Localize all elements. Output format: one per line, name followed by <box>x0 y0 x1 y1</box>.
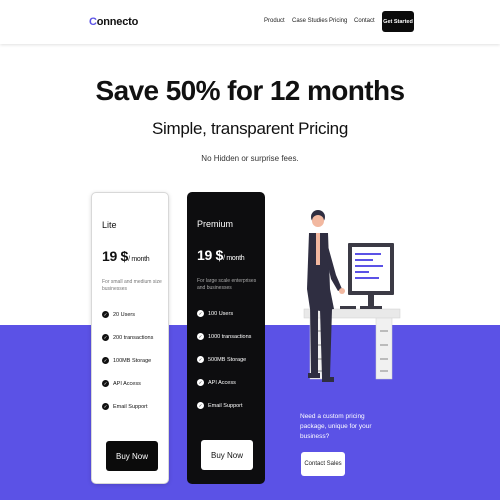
plan-description: For large scale enterprises and business… <box>197 278 257 291</box>
feature-label: 20 Users <box>113 311 136 318</box>
feature-label: API Access <box>113 380 141 387</box>
logo-initial: C <box>89 16 97 28</box>
check-icon: ✓ <box>197 402 204 409</box>
price-period: / month <box>128 256 150 263</box>
plan-price: 19 $/ month <box>197 247 245 263</box>
buy-now-button-lite[interactable]: Buy Now <box>106 441 158 471</box>
feature-label: 100 Users <box>208 310 234 317</box>
check-icon: ✓ <box>102 380 109 387</box>
feature-label: 1000 transactions <box>208 333 252 340</box>
plan-name: Lite <box>102 220 117 230</box>
price-period: / month <box>223 255 245 262</box>
nav-link-product[interactable]: Product <box>264 18 285 24</box>
feature-label: Email Support <box>113 403 148 410</box>
check-icon: ✓ <box>197 310 204 317</box>
feature-item: ✓ Email Support <box>102 403 148 410</box>
check-icon: ✓ <box>102 357 109 364</box>
price-amount: 19 $ <box>197 247 224 263</box>
buy-now-button-premium[interactable]: Buy Now <box>201 440 253 470</box>
page-tagline: No Hidden or surprise fees. <box>201 154 299 163</box>
feature-label: API Access <box>208 379 236 386</box>
pricing-card-premium: Premium 19 $/ month For large scale ente… <box>187 192 265 484</box>
get-started-button[interactable]: Get Started <box>382 11 414 32</box>
check-icon: ✓ <box>197 333 204 340</box>
check-icon: ✓ <box>102 334 109 341</box>
feature-label: Email Support <box>208 402 243 409</box>
feature-item: ✓ API Access <box>102 380 141 387</box>
feature-label: 500MB Storage <box>208 356 247 363</box>
plan-price: 19 $/ month <box>102 248 150 264</box>
nav-link-pricing[interactable]: Pricing <box>329 18 347 24</box>
feature-item: ✓ 20 Users <box>102 311 135 318</box>
feature-item: ✓ API Access <box>197 379 236 386</box>
nav-link-contact[interactable]: Contact <box>354 18 375 24</box>
feature-item: ✓ 1000 transactions <box>197 333 251 340</box>
custom-pricing-text: Need a custom pricing package, unique fo… <box>300 413 372 440</box>
top-navigation-bar: Connecto Product Case Studies Pricing Co… <box>0 0 500 44</box>
check-icon: ✓ <box>102 403 109 410</box>
contact-sales-button[interactable]: Contact Sales <box>301 452 345 476</box>
feature-item: ✓ 200 transactions <box>102 334 153 341</box>
check-icon: ✓ <box>197 379 204 386</box>
nav-link-case-studies[interactable]: Case Studies <box>292 18 328 24</box>
feature-item: ✓ 100MB Storage <box>102 357 151 364</box>
feature-label: 100MB Storage <box>113 357 152 364</box>
check-icon: ✓ <box>197 356 204 363</box>
feature-label: 200 transactions <box>113 334 154 341</box>
pricing-card-lite: Lite 19 $/ month For small and medium si… <box>91 192 169 484</box>
plan-name: Premium <box>197 219 234 229</box>
price-amount: 19 $ <box>102 248 129 264</box>
desk-illustration <box>303 210 401 382</box>
feature-item: ✓ 100 Users <box>197 310 233 317</box>
check-icon: ✓ <box>102 311 109 318</box>
logo-text: onnecto <box>96 16 139 28</box>
feature-item: ✓ Email Support <box>197 402 243 409</box>
page-headline: Save 50% for 12 months <box>95 75 406 106</box>
page-subheadline: Simple, transparent Pricing <box>152 119 348 138</box>
plan-description: For small and medium size businesses <box>102 279 162 292</box>
logo[interactable]: Connecto <box>89 16 138 28</box>
feature-item: ✓ 500MB Storage <box>197 356 246 363</box>
